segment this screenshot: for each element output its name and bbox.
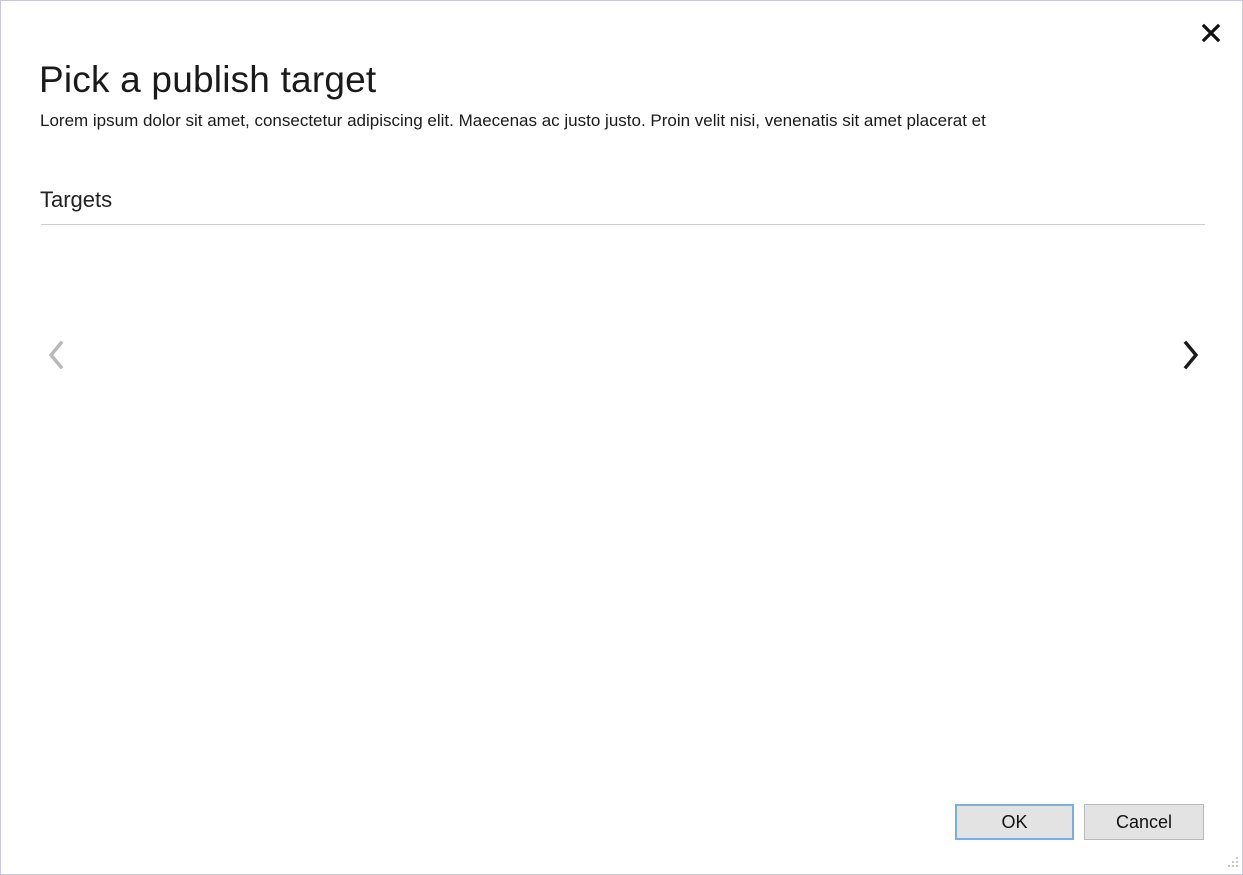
close-button[interactable] [1197, 19, 1225, 47]
next-target-button[interactable] [1176, 338, 1206, 372]
dialog-description: Lorem ipsum dolor sit amet, consectetur … [40, 111, 986, 130]
resize-grip-icon[interactable] [1223, 854, 1239, 870]
targets-divider [41, 224, 1205, 225]
targets-header: Targets [40, 187, 113, 212]
chevron-right-icon [1183, 340, 1199, 370]
dialog-title: Pick a publish target [39, 59, 377, 100]
previous-target-button[interactable] [41, 338, 71, 372]
targets-carousel [41, 227, 1205, 787]
cancel-button[interactable]: Cancel [1084, 804, 1204, 840]
close-icon [1201, 23, 1221, 43]
publish-target-dialog: Pick a publish target Lorem ipsum dolor … [0, 0, 1243, 875]
chevron-left-icon [48, 340, 64, 370]
ok-button[interactable]: OK [955, 804, 1074, 840]
